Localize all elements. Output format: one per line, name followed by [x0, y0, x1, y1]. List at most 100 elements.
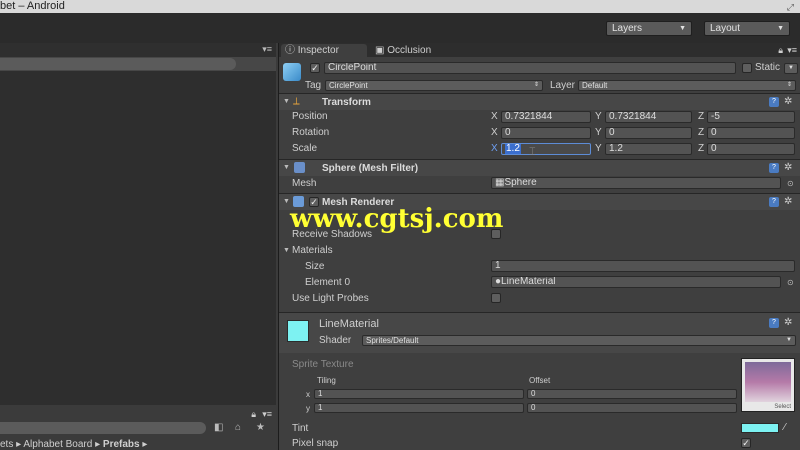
axis-z-label[interactable]: Z	[698, 143, 704, 154]
tab-occlusion[interactable]: ▣ Occlusion	[371, 44, 451, 57]
layer-dropdown[interactable]: Default ⇕	[578, 80, 796, 91]
static-checkbox[interactable]	[742, 63, 752, 73]
offset-label: Offset	[529, 376, 551, 385]
info-icon: ⓘ	[285, 45, 298, 56]
text-cursor-icon: ⌶	[529, 146, 536, 158]
help-icon[interactable]: ?	[769, 197, 779, 207]
lock-icon[interactable]: 🔒︎	[778, 45, 783, 56]
window-title: bet – Android	[0, 0, 65, 12]
layout-dropdown[interactable]: Layout ▼	[704, 21, 790, 36]
texture-thumbnail	[745, 362, 791, 402]
materials-size-field[interactable]: 1	[491, 260, 795, 272]
axis-z-label[interactable]: Z	[698, 127, 704, 138]
shader-value: Sprites/Default	[366, 336, 419, 345]
transform-header[interactable]: ▼ ⟂ Transform ? ✲	[279, 94, 800, 110]
inspector-panel: ⓘ Inspector ▣ Occlusion 🔒︎ ▾≡ ✓ CirclePo…	[278, 43, 800, 450]
mesh-object-field[interactable]: ▦Sphere	[491, 177, 781, 189]
tint-color-field[interactable]	[741, 423, 779, 433]
tag-icon[interactable]: ⌂	[235, 422, 241, 433]
position-z-field[interactable]: -5	[707, 111, 795, 123]
position-x-field[interactable]: 0.7321844	[501, 111, 591, 123]
active-checkbox[interactable]: ✓	[310, 63, 320, 73]
layers-dropdown[interactable]: Layers ▼	[606, 21, 692, 36]
breadcrumb-item[interactable]: Alphabet Board ▸	[23, 439, 100, 450]
main-toolbar: Layers ▼ Layout ▼	[0, 13, 800, 43]
panel-menu-icon[interactable]: ▾≡	[262, 409, 272, 420]
scale-z-value: 0	[711, 143, 717, 154]
help-icon[interactable]: ?	[769, 97, 779, 107]
axis-z-label[interactable]: Z	[698, 111, 704, 122]
element0-object-field[interactable]: ●LineMaterial	[491, 276, 781, 288]
axis-y-label[interactable]: Y	[595, 127, 602, 138]
mesh-value: Sphere	[504, 177, 537, 188]
material-name: LineMaterial	[319, 318, 379, 330]
object-name-input[interactable]: CirclePoint	[324, 62, 736, 74]
tag-dropdown[interactable]: CirclePoint ⇕	[325, 80, 543, 91]
help-icon[interactable]: ?	[769, 163, 779, 173]
transform-title: Transform	[322, 97, 371, 108]
breadcrumb: ets ▸ Alphabet Board ▸ Prefabs ▸	[0, 439, 276, 450]
tab-label: Inspector	[297, 45, 339, 56]
panel-menu-icon[interactable]: ▾≡	[262, 44, 272, 55]
window-titlebar: bet – Android ⤢	[0, 0, 800, 13]
position-y-field[interactable]: 0.7321844	[605, 111, 692, 123]
tiling-y-axis-label: y	[306, 404, 310, 413]
chevron-down-icon: ▼	[777, 25, 784, 32]
eyedropper-icon[interactable]: ⁄	[784, 422, 786, 433]
axis-x-label[interactable]: X	[491, 111, 498, 122]
scale-x-field[interactable]: 1.2	[501, 143, 591, 155]
tab-inspector[interactable]: ⓘ Inspector	[281, 44, 367, 57]
foldout-icon[interactable]: ▼	[283, 164, 290, 171]
pixel-snap-label: Pixel snap	[292, 438, 339, 449]
foldout-icon[interactable]: ▼	[283, 247, 290, 254]
materials-label[interactable]: Materials	[292, 245, 333, 256]
scale-z-field[interactable]: 0	[707, 143, 795, 155]
sprite-texture-slot[interactable]: Select	[741, 358, 795, 412]
axis-y-label[interactable]: Y	[595, 111, 602, 122]
hierarchy-list[interactable]	[0, 71, 276, 443]
shader-dropdown[interactable]: Sprites/Default ▼	[362, 335, 796, 346]
offset-x-field[interactable]: 0	[527, 389, 737, 399]
scale-y-field[interactable]: 1.2	[605, 143, 692, 155]
axis-x-label[interactable]: X	[491, 143, 498, 154]
gear-icon[interactable]: ✲	[784, 162, 792, 173]
tiling-y-field[interactable]: 1	[314, 403, 524, 413]
filter-type-icon[interactable]: ◧	[214, 422, 223, 433]
rotation-z-field[interactable]: 0	[707, 127, 795, 139]
breadcrumb-item[interactable]: ets ▸	[0, 439, 21, 450]
transform-axes-icon: ⟂	[293, 96, 300, 107]
chevron-down-icon: ⇕	[786, 82, 792, 88]
mesh-filter-header[interactable]: ▼ Sphere (Mesh Filter) ? ✲	[279, 160, 800, 176]
static-dropdown[interactable]: ▼	[784, 63, 798, 74]
inspector-tabbar: ⓘ Inspector ▣ Occlusion 🔒︎ ▾≡	[279, 43, 800, 57]
gear-icon[interactable]: ✲	[784, 196, 792, 207]
layout-dropdown-label: Layout	[710, 23, 741, 34]
star-icon[interactable]: ★	[256, 422, 265, 433]
hierarchy-search-input[interactable]	[0, 58, 236, 70]
lock-icon[interactable]: 🔒︎	[251, 409, 256, 420]
rotation-y-field[interactable]: 0	[605, 127, 692, 139]
axis-y-label[interactable]: Y	[595, 143, 602, 154]
object-picker-icon[interactable]: ⊙	[787, 278, 794, 287]
light-probes-checkbox[interactable]	[491, 293, 501, 303]
rotation-x-field[interactable]: 0	[501, 127, 591, 139]
select-texture-label[interactable]: Select	[774, 404, 791, 410]
watermark-text: www.cgtsj.com	[290, 204, 504, 234]
mesh-filter-title: Sphere (Mesh Filter)	[322, 163, 419, 174]
chevron-down-icon: ▼	[786, 337, 792, 343]
breadcrumb-item-current[interactable]: Prefabs	[103, 439, 140, 450]
gear-icon[interactable]: ✲	[784, 317, 792, 328]
pixel-snap-checkbox[interactable]: ✓	[741, 438, 751, 448]
element0-value: LineMaterial	[501, 276, 556, 287]
project-search-input[interactable]	[0, 422, 206, 434]
material-preview-swatch	[287, 320, 309, 342]
tiling-x-field[interactable]: 1	[314, 389, 524, 399]
help-icon[interactable]: ?	[769, 318, 779, 328]
object-picker-icon[interactable]: ⊙	[787, 179, 794, 188]
gear-icon[interactable]: ✲	[784, 96, 792, 107]
axis-x-label[interactable]: X	[491, 127, 498, 138]
offset-y-field[interactable]: 0	[527, 403, 737, 413]
foldout-icon[interactable]: ▼	[283, 198, 290, 205]
panel-menu-icon[interactable]: ▾≡	[787, 45, 797, 56]
foldout-icon[interactable]: ▼	[283, 98, 290, 105]
